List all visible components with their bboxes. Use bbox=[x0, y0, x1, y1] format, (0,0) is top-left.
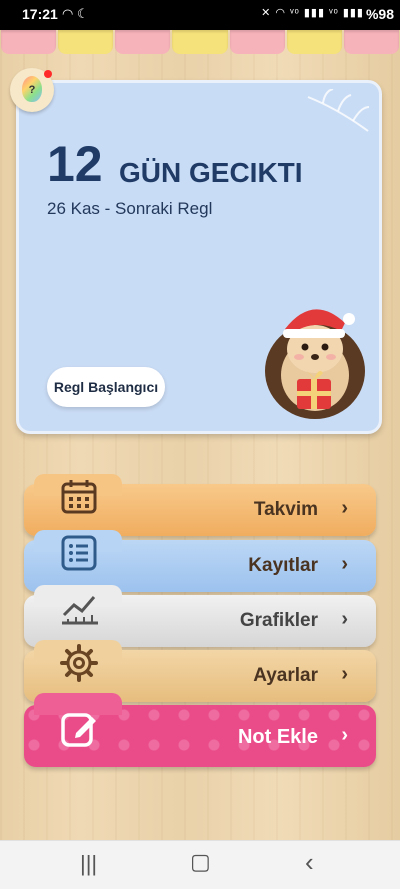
menu-label: Kayıtlar bbox=[248, 555, 318, 576]
strip-segment bbox=[1, 30, 57, 54]
status-time: 17:21 bbox=[22, 6, 58, 22]
list-icon bbox=[61, 535, 97, 571]
leaf-decor-icon bbox=[307, 89, 370, 132]
status-bar: 17:21 ◠ ☾ ✕ ◠ ᵛᵒ ▮▮▮ ᵛᵒ ▮▮▮ %98 bbox=[0, 0, 400, 30]
menu-label: Not Ekle bbox=[237, 726, 318, 748]
chevron-right-icon: › bbox=[341, 663, 348, 685]
menu-item-takvim[interactable]: Takvim › bbox=[24, 474, 376, 536]
menu-label: Grafikler bbox=[239, 610, 318, 631]
recent-apps-icon[interactable]: ||| bbox=[80, 851, 97, 877]
period-status-card: 12 GÜN GECIKTI 26 Kas - Sonraki Regl Reg… bbox=[16, 80, 382, 434]
help-button[interactable]: ? bbox=[10, 68, 54, 112]
strip-segment bbox=[286, 30, 342, 54]
mute-icon: ✕ bbox=[261, 7, 272, 19]
edit-icon bbox=[61, 713, 96, 747]
period-start-button[interactable]: Regl Başlangıcı bbox=[47, 367, 165, 407]
strip-segment bbox=[58, 30, 114, 54]
chart-icon bbox=[62, 596, 98, 625]
calendar-icon bbox=[61, 480, 97, 514]
menu-item-not-ekle[interactable]: Not Ekle › bbox=[24, 693, 376, 767]
moon-icon: ☾ bbox=[76, 6, 89, 21]
chevron-right-icon: › bbox=[341, 608, 348, 630]
signal-icon: ▮▮▮ bbox=[342, 7, 364, 19]
battery-level: %98 bbox=[365, 6, 394, 22]
late-days-count: 12 bbox=[47, 136, 103, 192]
chevron-right-icon: › bbox=[341, 724, 348, 746]
status-left-icons: ◠ ☾ bbox=[62, 6, 89, 22]
menu-label: Takvim bbox=[253, 499, 318, 520]
top-decor-strip bbox=[0, 30, 400, 54]
system-nav-bar: ||| ▢ ‹ bbox=[0, 840, 400, 889]
chevron-right-icon: › bbox=[341, 497, 348, 519]
signal-icon: ▮▮▮ bbox=[303, 7, 326, 19]
home-icon[interactable]: ▢ bbox=[190, 849, 211, 875]
strip-segment bbox=[343, 30, 399, 54]
strip-segment bbox=[115, 30, 171, 54]
chevron-right-icon: › bbox=[341, 553, 348, 575]
wifi-icon: ◠ bbox=[275, 7, 287, 19]
back-icon[interactable]: ‹ bbox=[305, 847, 314, 878]
notification-dot bbox=[44, 70, 52, 78]
wifi-icon: ◠ bbox=[62, 6, 74, 21]
menu-label: Ayarlar bbox=[253, 665, 318, 686]
status-right-icons: ✕ ◠ ᵛᵒ ▮▮▮ ᵛᵒ ▮▮▮ bbox=[261, 6, 364, 19]
next-period-date: 26 Kas - Sonraki Regl bbox=[47, 199, 213, 218]
volte2-icon: ᵛᵒ bbox=[329, 7, 339, 19]
strip-segment bbox=[229, 30, 285, 54]
strip-segment bbox=[172, 30, 228, 54]
hedgehog-mascot-icon bbox=[265, 309, 365, 419]
late-days-label: GÜN GECIKTI bbox=[119, 157, 303, 188]
question-egg-icon: ? bbox=[22, 76, 42, 102]
volte1-icon: ᵛᵒ bbox=[290, 7, 300, 19]
gear-icon bbox=[60, 644, 98, 682]
